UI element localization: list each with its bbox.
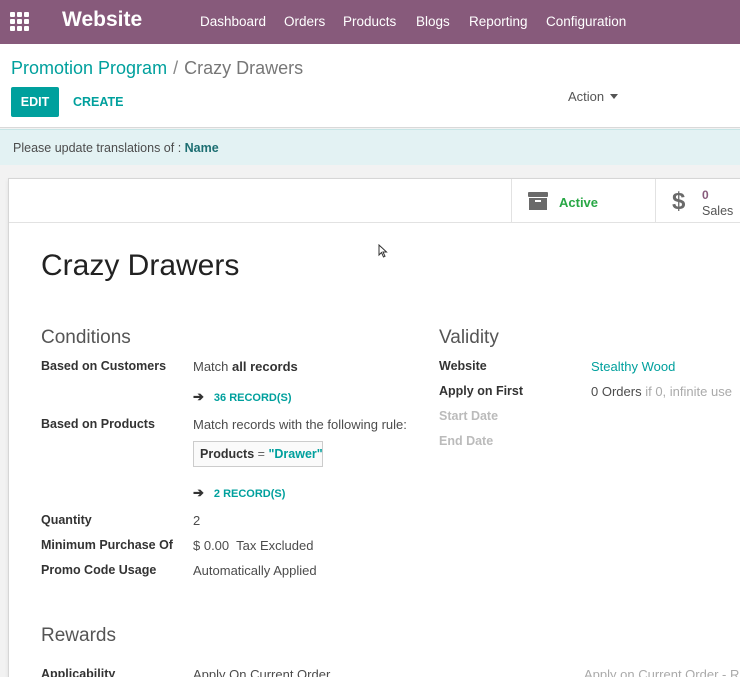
promo-usage-label: Promo Code Usage — [41, 563, 157, 577]
customers-records-button[interactable]: ➔ 36 RECORD(S) — [193, 389, 292, 405]
archive-icon — [528, 192, 548, 210]
min-purchase-tax: Tax Excluded — [236, 538, 314, 553]
quantity-value: 2 — [193, 513, 201, 528]
mouse-cursor-icon — [378, 244, 388, 258]
alert-text: Please update translations of : — [13, 141, 182, 155]
menu-item-orders[interactable]: Orders — [284, 14, 325, 29]
apply-first-orders: 0 Orders — [591, 384, 642, 399]
form-sheet: Active $ 0 Sales Crazy Drawers Condition… — [8, 178, 740, 677]
domain-field: Products — [200, 447, 255, 461]
record-title: Crazy Drawers — [41, 249, 240, 282]
start-date-label: Start Date — [439, 409, 499, 423]
validity-heading: Validity — [439, 327, 499, 348]
apply-first-value: 0 Orders if 0, infinite use — [591, 384, 732, 399]
website-value[interactable]: Stealthy Wood — [591, 359, 675, 374]
active-toggle-button[interactable]: Active — [511, 179, 656, 222]
products-rule: Match records with the following rule: — [193, 417, 407, 432]
sales-stat-button[interactable]: $ 0 Sales — [655, 179, 740, 222]
action-label: Action — [568, 89, 605, 104]
min-purchase-value: $ 0.00 Tax Excluded — [193, 538, 313, 553]
dollar-icon: $ — [672, 188, 686, 215]
sales-label: Sales — [702, 204, 734, 218]
domain-value: "Drawer" — [268, 447, 323, 461]
apply-first-hint: if 0, infinite use — [645, 384, 732, 399]
menu-item-reporting[interactable]: Reporting — [469, 14, 528, 29]
promo-usage-value: Automatically Applied — [193, 563, 317, 578]
end-date-label: End Date — [439, 434, 494, 448]
action-dropdown[interactable]: Action — [568, 89, 619, 104]
min-purchase-amount: $ 0.00 — [193, 538, 230, 553]
website-label: Website — [439, 359, 487, 373]
sales-count: 0 — [702, 188, 709, 202]
menu-item-dashboard[interactable]: Dashboard — [200, 14, 266, 29]
top-navbar: Website Dashboard Orders Products Blogs … — [0, 0, 740, 44]
domain-operator: = — [257, 447, 265, 461]
products-records-label: 2 RECORD(S) — [213, 488, 286, 500]
active-label: Active — [559, 195, 599, 210]
customers-records-label: 36 RECORD(S) — [213, 392, 292, 404]
applicability-value: Apply On Current Order — [193, 667, 331, 677]
alert-message: Please update translations of : Name — [13, 141, 219, 155]
menu-item-blogs[interactable]: Blogs — [416, 14, 450, 29]
customers-label: Based on Customers — [41, 359, 167, 373]
conditions-heading: Conditions — [41, 327, 131, 348]
domain-rule: Products = "Drawer" — [200, 447, 323, 461]
breadcrumb: Promotion Program / Crazy Drawers — [11, 58, 303, 79]
app-brand[interactable]: Website — [62, 8, 142, 32]
caret-down-icon — [610, 94, 619, 99]
products-label: Based on Products — [41, 417, 155, 431]
breadcrumb-current: Crazy Drawers — [184, 58, 304, 78]
apps-menu-icon[interactable] — [10, 12, 29, 31]
customers-bold: all records — [232, 359, 298, 374]
applicability-right-value: Apply on Current Order - R — [584, 667, 740, 677]
menu-item-products[interactable]: Products — [343, 14, 396, 29]
applicability-label: Applicability — [41, 667, 116, 677]
arrow-right-icon: ➔ — [193, 389, 204, 404]
create-button[interactable]: CREATE — [73, 95, 123, 109]
breadcrumb-parent[interactable]: Promotion Program — [11, 58, 167, 78]
rewards-heading: Rewards — [41, 625, 116, 646]
control-panel: Promotion Program / Crazy Drawers EDIT CRE… — [0, 44, 740, 128]
products-records-button[interactable]: ➔ 2 RECORD(S) — [193, 485, 285, 501]
arrow-right-icon: ➔ — [193, 485, 204, 500]
quantity-label: Quantity — [41, 513, 92, 527]
alert-field-link[interactable]: Name — [185, 141, 219, 155]
smart-button-box: Active $ 0 Sales — [9, 179, 740, 223]
domain-editor[interactable]: Products = "Drawer" — [193, 441, 323, 467]
menu-item-configuration[interactable]: Configuration — [546, 14, 626, 29]
translation-alert: Please update translations of : Name — [0, 129, 740, 165]
breadcrumb-separator: / — [173, 58, 179, 78]
min-purchase-label: Minimum Purchase Of — [41, 538, 173, 552]
customers-value: Match all records — [193, 359, 298, 374]
apply-first-label: Apply on First — [439, 384, 524, 398]
edit-button[interactable]: EDIT — [11, 87, 59, 117]
customers-prefix: Match — [193, 359, 229, 374]
